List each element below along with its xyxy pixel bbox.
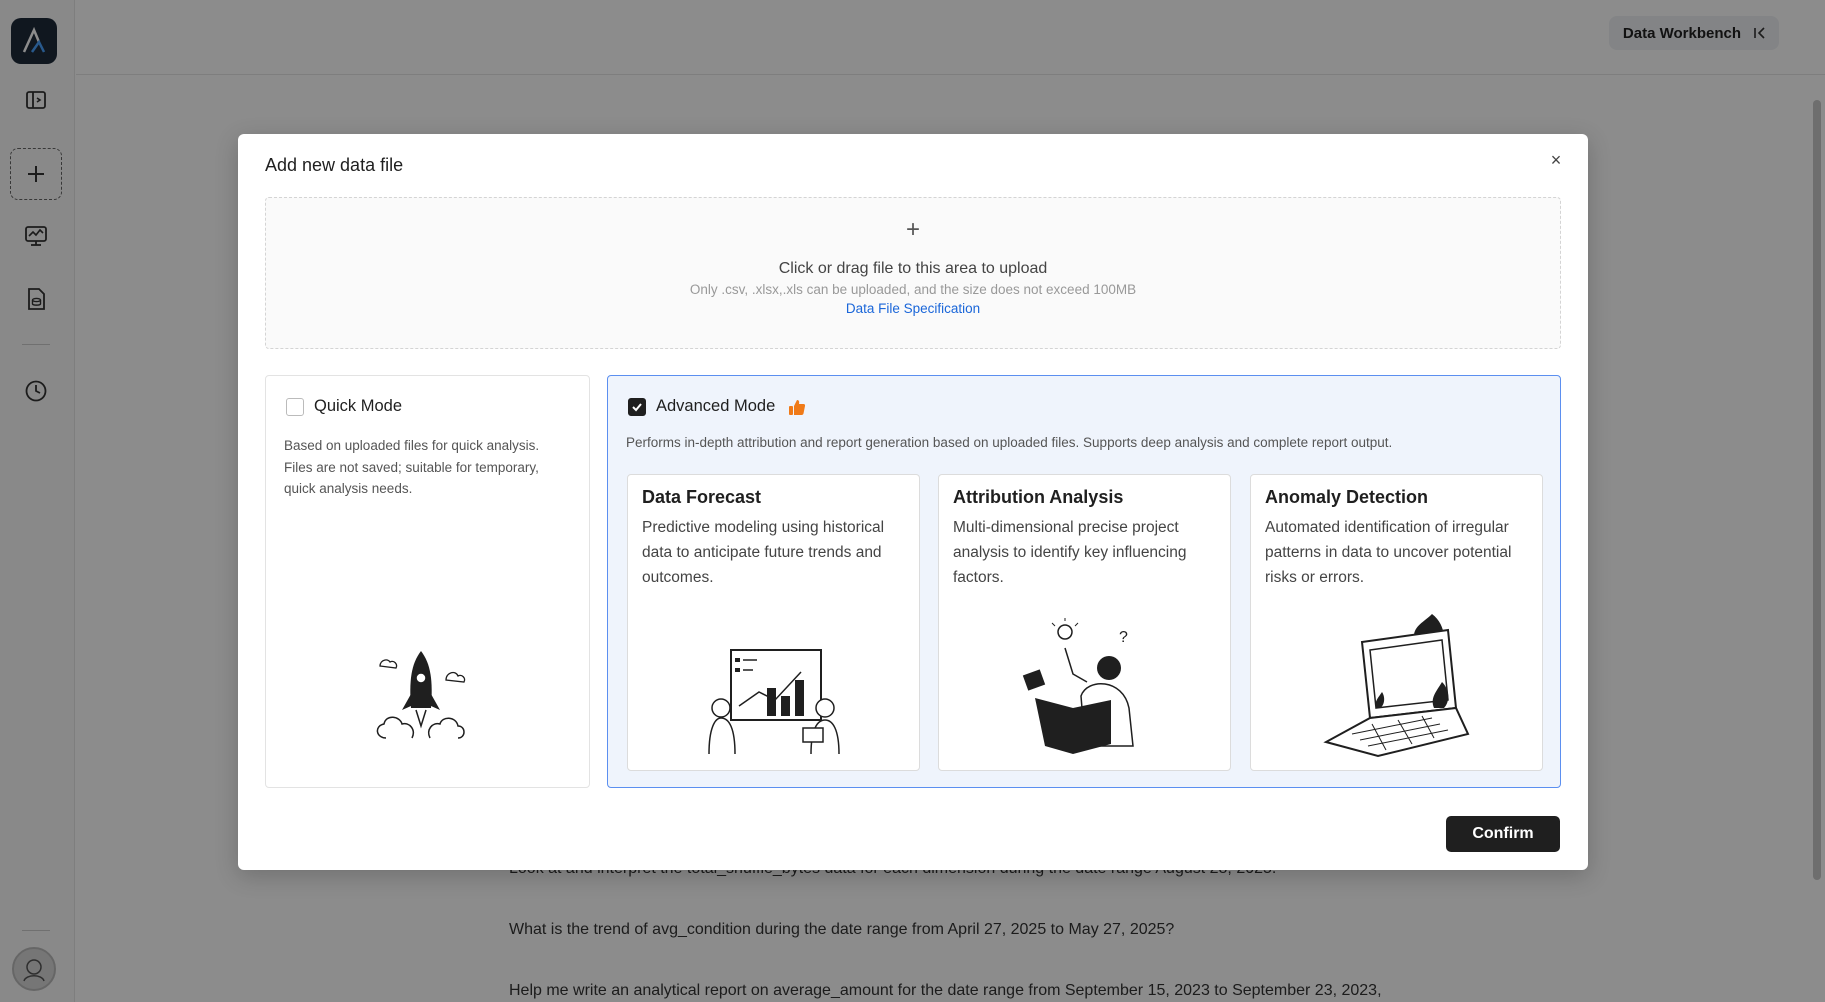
upload-dropzone[interactable]: + Click or drag file to this area to upl… bbox=[265, 197, 1561, 349]
data-file-specification-link[interactable]: Data File Specification bbox=[846, 301, 980, 316]
forecast-illustration bbox=[707, 649, 840, 755]
feature-title: Anomaly Detection bbox=[1265, 487, 1429, 507]
feature-description: Automated identification of irregular pa… bbox=[1265, 519, 1512, 586]
svg-text:?: ? bbox=[1119, 629, 1128, 646]
feature-description: Multi-dimensional precise project analys… bbox=[953, 519, 1187, 586]
thumbs-up-icon bbox=[789, 399, 806, 415]
laptop-on-fire-illustration bbox=[1322, 614, 1469, 758]
feature-card-anomaly-detection: Anomaly Detection Automated identificati… bbox=[1250, 474, 1543, 771]
feature-card-attribution-analysis: Attribution Analysis Multi-dimensional p… bbox=[938, 474, 1231, 771]
advanced-mode-card[interactable]: Advanced Mode Performs in-depth attribut… bbox=[607, 375, 1561, 788]
feature-title: Data Forecast bbox=[642, 487, 762, 507]
feature-title: Attribution Analysis bbox=[953, 487, 1124, 507]
modal-title: Add new data file bbox=[265, 155, 404, 175]
advanced-mode-checkbox[interactable] bbox=[628, 397, 646, 416]
advanced-mode-description: Performs in-depth attribution and report… bbox=[626, 435, 1393, 450]
close-icon[interactable]: × bbox=[1546, 150, 1566, 170]
upload-instruction: Click or drag file to this area to uploa… bbox=[778, 260, 1048, 277]
rocket-illustration bbox=[376, 651, 466, 739]
quick-mode-label: Quick Mode bbox=[314, 397, 403, 415]
advanced-mode-label: Advanced Mode bbox=[656, 397, 776, 415]
upload-hint: Only .csv, .xlsx,.xls can be uploaded, a… bbox=[689, 282, 1137, 297]
quick-mode-card[interactable]: Quick Mode Based on uploaded files for q… bbox=[265, 375, 590, 788]
checkmark-icon bbox=[632, 402, 642, 411]
plus-icon: + bbox=[905, 216, 920, 243]
feature-description: Predictive modeling using historical dat… bbox=[642, 519, 885, 586]
quick-mode-checkbox[interactable] bbox=[286, 397, 304, 416]
quick-mode-description: Based on uploaded files for quick analys… bbox=[284, 438, 540, 496]
add-data-file-modal: Add new data file × + Click or drag file… bbox=[238, 134, 1588, 870]
confirm-button[interactable]: Confirm bbox=[1446, 816, 1560, 852]
feature-card-data-forecast: Data Forecast Predictive modeling using … bbox=[627, 474, 920, 771]
attribution-illustration: ? bbox=[1022, 618, 1134, 754]
